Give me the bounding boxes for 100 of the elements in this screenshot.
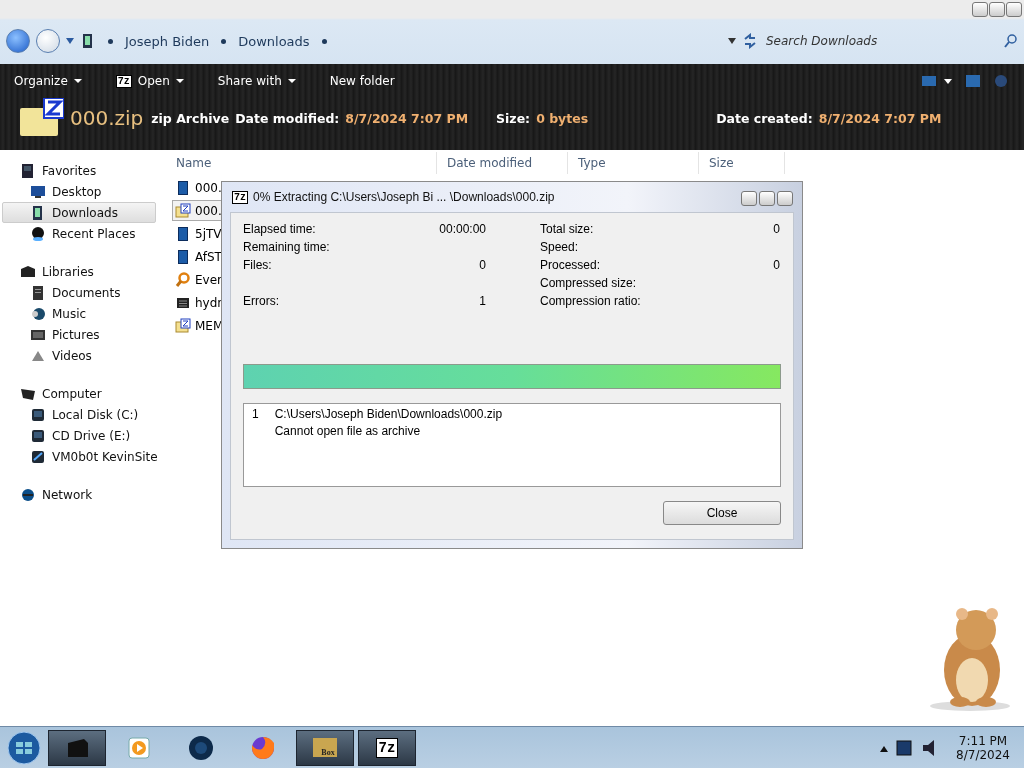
sidebar-label: Music (52, 306, 87, 321)
sidebar-item[interactable]: Recent Places (0, 223, 166, 244)
sidebar-label: CD Drive (E:) (52, 428, 131, 443)
minimize-button[interactable] (972, 2, 988, 17)
file-row[interactable]: AfST (172, 246, 226, 267)
book-icon (175, 179, 191, 196)
restore-button[interactable] (989, 2, 1005, 17)
forward-button[interactable] (36, 29, 60, 53)
sidebar-item[interactable]: Network (0, 484, 166, 505)
drive-icon (30, 427, 46, 444)
app-logo: 7z (115, 74, 132, 88)
file-name: hydr (195, 295, 223, 310)
search-field[interactable]: Search Downloads (764, 33, 998, 49)
sidebar-item[interactable]: Libraries (0, 261, 166, 282)
sidebar-item[interactable]: CD Drive (E:) (0, 425, 166, 446)
sidebar-item[interactable]: Desktop (0, 181, 166, 202)
sidebar-item[interactable]: Local Disk (C:) (0, 404, 166, 425)
app-logo: 7z (375, 737, 399, 758)
separator-dot (321, 38, 327, 44)
refresh-icon[interactable] (742, 33, 758, 49)
minimize-button[interactable] (741, 190, 757, 206)
sidebar-label: Computer (42, 386, 102, 401)
search-icon[interactable] (1004, 34, 1018, 48)
zip-file-icon (175, 317, 191, 334)
toolbar-button[interactable]: 7z Open (111, 72, 188, 90)
library-icon (20, 263, 36, 280)
close-button[interactable] (777, 190, 793, 206)
stat-value: 00:00:00 (439, 222, 486, 238)
fox-globe-icon (250, 734, 276, 761)
sidebar-label: Network (42, 487, 93, 502)
caret-icon[interactable] (728, 38, 736, 44)
zip-file-icon (175, 202, 191, 219)
separator-dot (221, 38, 227, 44)
stat-label: Errors: (243, 294, 279, 310)
message-text: C:\Users\Joseph Biden\Downloads\000.zip (274, 407, 503, 421)
separator-dot (108, 38, 113, 44)
sidebar-item[interactable]: Downloads (2, 202, 156, 223)
toolbar-button[interactable]: New folder (325, 72, 399, 90)
file-name: 000. (195, 180, 222, 195)
file-row[interactable]: hydr (172, 292, 226, 313)
monitor-icon (30, 183, 46, 200)
file-name: 5jTV (195, 226, 222, 241)
sidebar-item[interactable]: Documents (0, 282, 166, 303)
sidebar-label: Pictures (52, 327, 100, 342)
sidebar-item[interactable]: Videos (0, 345, 166, 366)
clock-date[interactable]: 8/7/2024 (956, 747, 1010, 762)
toolbar-button[interactable]: Organize (10, 72, 86, 90)
taskbar-button[interactable]: Box (296, 729, 354, 766)
play-icon (126, 734, 152, 761)
sidebar-label: Documents (52, 285, 121, 300)
maximize-button[interactable] (759, 190, 775, 206)
file-name: 000.zip (70, 106, 144, 130)
sidebar-label: VM0b0t KevinSite (52, 449, 158, 464)
stat-label: Remaining time: (243, 240, 330, 256)
field-value: 0 bytes (536, 110, 589, 126)
file-row[interactable]: 000. (172, 177, 226, 198)
dialog-title: 0% Extracting C:\Users\Joseph Bi ... \Downloads\000.zip (253, 190, 555, 204)
preview-pane-icon[interactable] (966, 74, 980, 88)
column-header[interactable]: Size (699, 152, 785, 174)
stat-value: 0 (773, 222, 780, 238)
sidebar-item[interactable]: Pictures (0, 324, 166, 345)
sidebar-item[interactable]: Music (0, 303, 166, 324)
clock-time[interactable]: 7:11 PM (958, 733, 1008, 748)
taskbar-button[interactable]: 7z (358, 729, 416, 766)
file-name: Ever (195, 272, 222, 287)
sidebar-label: Local Disk (C:) (52, 407, 139, 422)
stat-value: 0 (479, 258, 486, 274)
close-button[interactable] (1006, 2, 1022, 17)
drive-icon (30, 406, 46, 423)
caret-icon[interactable] (66, 38, 74, 44)
start-button[interactable] (4, 729, 44, 766)
sidebar-label: Recent Places (52, 226, 136, 241)
toolbar-button[interactable]: Share with (213, 72, 300, 90)
back-button[interactable] (6, 29, 30, 53)
column-header[interactable]: Date modified (437, 152, 568, 174)
stat-value: 1 (479, 294, 486, 310)
stat-label: Compression ratio: (540, 294, 641, 310)
field-value: 8/7/2024 7:07 PM (345, 110, 469, 126)
close-button[interactable]: Close (663, 501, 781, 525)
stat-value: 0 (773, 258, 780, 274)
stat-label: Processed: (540, 258, 601, 274)
view-icon[interactable] (922, 74, 952, 88)
sidebar-item[interactable]: Favorites (0, 160, 166, 181)
breadcrumb[interactable]: Joseph Biden (125, 33, 210, 49)
sidebar-item[interactable]: Computer (0, 383, 166, 404)
stat-label: Elapsed time: (243, 222, 316, 238)
file-name: AfST (195, 249, 222, 264)
column-header[interactable]: Name (166, 152, 437, 174)
file-type: zip Archive (151, 110, 230, 126)
field-label: Date created: (716, 110, 813, 126)
file-name: 000. (195, 203, 222, 218)
file-row[interactable]: Ever (172, 269, 226, 290)
taskbar-button[interactable] (48, 729, 106, 766)
breadcrumb[interactable]: Downloads (238, 33, 310, 49)
stat-label: Speed: (540, 240, 579, 256)
sidebar-item[interactable]: VM0b0t KevinSite (0, 446, 166, 467)
file-row[interactable]: 5jTV (172, 223, 226, 244)
document-icon (30, 284, 46, 301)
column-header[interactable]: Type (568, 152, 699, 174)
book-icon (175, 248, 191, 265)
